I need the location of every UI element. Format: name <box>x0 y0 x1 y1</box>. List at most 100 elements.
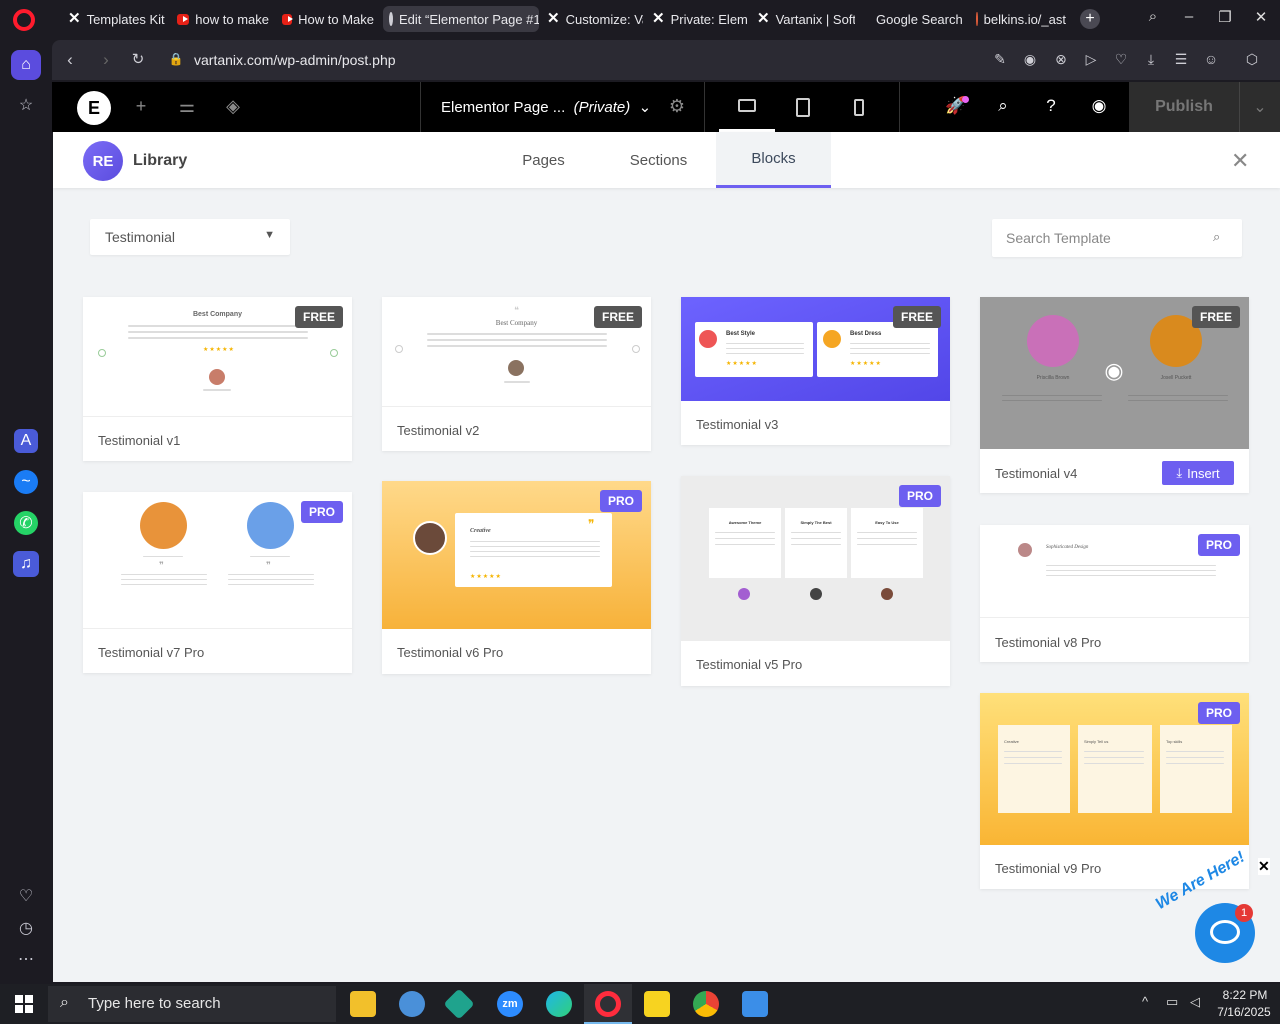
back-icon[interactable]: ‹ <box>59 50 81 70</box>
close-chat-icon[interactable]: ✕ <box>1258 858 1270 875</box>
tab-pages[interactable]: Pages <box>486 132 601 188</box>
maximize-button[interactable]: ❐ <box>1213 8 1237 26</box>
file-explorer-icon[interactable] <box>350 991 376 1017</box>
more-icon[interactable]: ⋯ <box>11 944 41 974</box>
elementor-logo-icon[interactable]: E <box>77 91 111 125</box>
aria-icon[interactable]: A <box>14 429 38 453</box>
taskbar-date[interactable]: 7/16/2025 <box>1213 1005 1275 1019</box>
pro-badge: PRO <box>1197 702 1240 724</box>
template-thumbnail: Creative Simply Tell us Top skills PRO <box>980 693 1249 845</box>
preview-eye-icon[interactable]: ◉ <box>1087 96 1111 116</box>
preview-eye-icon[interactable]: ◉ <box>1100 360 1128 382</box>
page-title[interactable]: Elementor Page ... (Private) ⌄ <box>441 98 651 116</box>
whatsapp-icon[interactable]: ✆ <box>14 511 38 535</box>
template-card-testimonial-v8-pro[interactable]: Sophisticated Design PRO Testimonial v8 … <box>980 525 1249 662</box>
globe-icon <box>389 12 393 26</box>
finder-search-icon[interactable]: ⌕ <box>991 96 1015 116</box>
template-card-testimonial-v7-pro[interactable]: ❞ ❞ PRO Testimonial v7 Pro <box>83 492 352 673</box>
library-header: RE Library Pages Sections Blocks ✕ <box>53 132 1280 188</box>
desktop-view-icon[interactable] <box>719 82 775 132</box>
opera-logo-icon[interactable] <box>13 9 35 31</box>
tab-templates-kit[interactable]: ✕ Templates Kit <box>62 6 170 32</box>
tab-belkins[interactable]: belkins.io/_ast <box>970 6 1072 32</box>
send-icon[interactable]: ▷ <box>1081 51 1101 68</box>
template-title: Testimonial v2 <box>397 423 480 438</box>
settings-sliders-icon[interactable]: ⚌ <box>175 96 199 117</box>
reload-icon[interactable]: ↻ <box>127 50 149 68</box>
template-card-testimonial-v3[interactable]: Best Style Best Dress ★★★★★ ★★★★★ FREE Te… <box>681 297 950 445</box>
edge-icon[interactable] <box>546 991 572 1017</box>
publish-button[interactable]: Publish <box>1129 82 1239 132</box>
search-icon: ⌕ <box>60 994 69 1011</box>
tab-vartanix[interactable]: ✕ Vartanix | Soft <box>751 6 855 32</box>
heart-icon[interactable]: ♡ <box>1111 51 1131 68</box>
help-icon[interactable]: ? <box>1039 96 1063 116</box>
tab-blocks[interactable]: Blocks <box>716 132 831 188</box>
zoom-icon[interactable]: zm <box>497 991 523 1017</box>
history-icon[interactable]: ◷ <box>11 913 41 943</box>
template-card-testimonial-v6-pro[interactable]: Creative ❞ ★★★★★ PRO Testimonial v6 Pro <box>382 481 651 674</box>
volume-icon[interactable]: ◁ <box>1190 994 1200 1010</box>
app-icon[interactable] <box>443 988 475 1020</box>
free-badge: FREE <box>593 306 642 328</box>
music-player-icon[interactable]: ♫ <box>13 551 39 577</box>
profile-icon[interactable]: ☺ <box>1201 51 1221 67</box>
mobile-view-icon[interactable] <box>831 82 887 132</box>
avatar <box>247 502 294 549</box>
tab-customize[interactable]: ✕ Customize: Va <box>541 6 643 32</box>
speed-dial-icon[interactable]: ☆ <box>11 90 41 120</box>
template-thumbnail: Sophisticated Design PRO <box>980 525 1249 618</box>
search-tabs-icon[interactable]: ⌕ <box>1141 8 1165 25</box>
sticky-notes-icon[interactable] <box>644 991 670 1017</box>
app-icon[interactable] <box>399 991 425 1017</box>
template-thumbnail: Priscilla Brown Josell Puckett ◉ FREE <box>980 297 1249 449</box>
messenger-icon[interactable]: ~ <box>14 470 38 494</box>
tab-sections[interactable]: Sections <box>601 132 716 188</box>
minimize-button[interactable]: – <box>1177 8 1201 25</box>
add-element-icon[interactable]: + <box>129 96 153 117</box>
template-title: Testimonial v3 <box>696 417 779 432</box>
home-icon[interactable]: ⌂ <box>11 50 41 80</box>
structure-layers-icon[interactable]: ◈ <box>221 96 245 117</box>
insert-button[interactable]: ⤓ Insert <box>1162 461 1234 485</box>
camera-icon[interactable]: ◉ <box>1020 51 1040 68</box>
new-tab-button[interactable]: + <box>1080 9 1100 29</box>
template-card-testimonial-v2[interactable]: ❝ Best Company FREE Testimonial v2 <box>382 297 651 451</box>
template-card-testimonial-v5-pro[interactable]: Awesome Theme Simply The Best Easy To Us… <box>681 476 950 686</box>
chrome-icon[interactable] <box>693 991 719 1017</box>
forward-icon[interactable]: › <box>95 50 117 70</box>
tab-how-to-make-1[interactable]: how to make <box>171 6 275 32</box>
windows-start-icon[interactable] <box>15 995 33 1013</box>
search-template-input[interactable] <box>992 219 1242 257</box>
taskbar-time[interactable]: 8:22 PM <box>1216 988 1274 1002</box>
category-filter-select[interactable]: Testimonial ▼ <box>90 219 290 255</box>
tab-how-to-make-2[interactable]: How to Make <box>276 6 380 32</box>
library-title: Library <box>133 152 188 169</box>
tab-google-search[interactable]: Google Search <box>864 6 966 32</box>
extensions-icon[interactable]: ⬡ <box>1242 51 1262 68</box>
template-card-testimonial-v4[interactable]: Priscilla Brown Josell Puckett ◉ FREE Te… <box>980 297 1249 493</box>
tab-private-elementor[interactable]: ✕ Private: Eleme <box>646 6 748 32</box>
template-card-testimonial-v1[interactable]: Best Company ★★★★★ FREE Testimonial v1 <box>83 297 352 461</box>
close-window-button[interactable]: ✕ <box>1249 8 1273 26</box>
x-icon: ✕ <box>652 10 665 27</box>
chevron-up-icon[interactable]: ^ <box>1142 994 1148 1009</box>
edit-icon[interactable]: ✎ <box>990 51 1010 68</box>
adblock-icon[interactable]: ⊗ <box>1051 51 1071 68</box>
tablet-view-icon[interactable] <box>775 82 831 132</box>
easy-setup-icon[interactable]: ☰ <box>1171 51 1191 68</box>
photos-icon[interactable] <box>742 991 768 1017</box>
avatar <box>1018 543 1032 557</box>
taskbar-search-input[interactable]: Type here to search <box>48 986 336 1022</box>
heart-icon[interactable]: ♡ <box>11 881 41 911</box>
url-text[interactable]: vartanix.com/wp-admin/post.php <box>194 52 396 68</box>
network-icon[interactable]: ▭ <box>1166 994 1178 1010</box>
close-icon[interactable]: ✕ <box>1231 148 1249 174</box>
template-thumbnail: ❞ ❞ PRO <box>83 492 352 629</box>
tab-edit-elementor[interactable]: Edit “Elementor Page #1 <box>383 6 539 32</box>
download-icon[interactable]: ⤓ <box>1141 51 1161 68</box>
page-settings-gear-icon[interactable]: ⚙ <box>665 96 689 117</box>
template-thumbnail: ❝ Best Company FREE <box>382 297 651 407</box>
publish-options-chevron-icon[interactable]: ⌄ <box>1239 82 1280 132</box>
template-card-testimonial-v9-pro[interactable]: Creative Simply Tell us Top skills PRO T… <box>980 693 1249 889</box>
